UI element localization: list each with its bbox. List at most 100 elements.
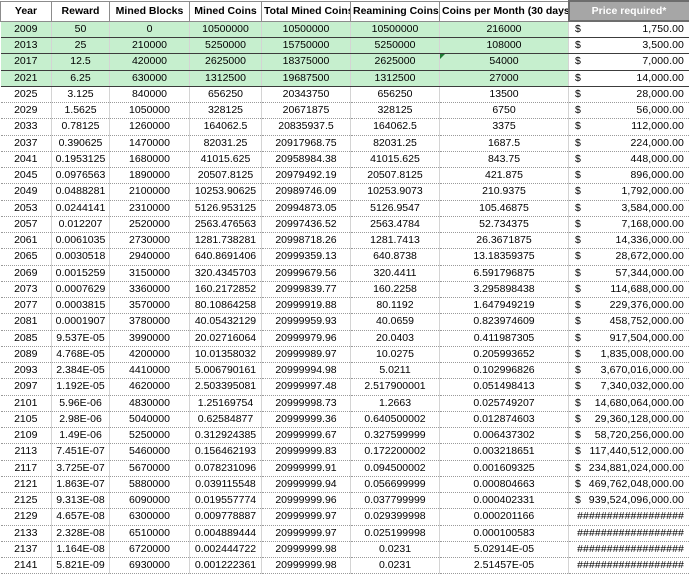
cell-reward[interactable]: 0.0015259 [52, 265, 110, 281]
cell-reward[interactable]: 7.451E-07 [52, 444, 110, 460]
cell-remaining-coins[interactable]: 0.056699999 [351, 476, 440, 492]
cell-remaining-coins[interactable]: 80.1192 [351, 298, 440, 314]
cell-mined-coins[interactable]: 40.05432129 [190, 314, 262, 330]
cell-total-mined-coins[interactable]: 20999999.83 [262, 444, 351, 460]
cell-total-mined-coins[interactable]: 20994873.05 [262, 200, 351, 216]
cell-mined-blocks[interactable]: 1470000 [110, 135, 190, 151]
cell-mined-blocks[interactable]: 5880000 [110, 476, 190, 492]
cell-mined-blocks[interactable]: 420000 [110, 54, 190, 70]
cell-mined-blocks[interactable]: 5460000 [110, 444, 190, 460]
cell-reward[interactable]: 0.0976563 [52, 168, 110, 184]
cell-year[interactable]: 2141 [1, 558, 52, 574]
col-header-price-required[interactable]: Price required* [569, 1, 689, 21]
cell-mined-blocks[interactable]: 3570000 [110, 298, 190, 314]
cell-coins-per-month[interactable]: 0.051498413 [440, 379, 569, 395]
cell-mined-blocks[interactable]: 2730000 [110, 233, 190, 249]
cell-total-mined-coins[interactable]: 20999359.13 [262, 249, 351, 265]
cell-total-mined-coins[interactable]: 20999998.73 [262, 395, 351, 411]
cell-price-required[interactable]: ################## [569, 558, 689, 574]
cell-coins-per-month[interactable]: 1.647949219 [440, 298, 569, 314]
cell-mined-coins[interactable]: 160.2172852 [190, 281, 262, 297]
cell-remaining-coins[interactable]: 328125 [351, 103, 440, 119]
cell-year[interactable]: 2097 [1, 379, 52, 395]
cell-mined-coins[interactable]: 41015.625 [190, 151, 262, 167]
col-header-mined-blocks[interactable]: Mined Blocks [110, 1, 190, 21]
cell-remaining-coins[interactable]: 20.0403 [351, 330, 440, 346]
cell-remaining-coins[interactable]: 2.517900001 [351, 379, 440, 395]
cell-reward[interactable]: 0.0061035 [52, 233, 110, 249]
cell-total-mined-coins[interactable]: 20999679.56 [262, 265, 351, 281]
cell-mined-coins[interactable]: 10500000 [190, 21, 262, 38]
cell-year[interactable]: 2085 [1, 330, 52, 346]
cell-price-required[interactable]: $448,000.00 [569, 151, 689, 167]
cell-reward[interactable]: 2.328E-08 [52, 525, 110, 541]
cell-mined-coins[interactable]: 2.503395081 [190, 379, 262, 395]
cell-mined-coins[interactable]: 82031.25 [190, 135, 262, 151]
cell-year[interactable]: 2009 [1, 21, 52, 38]
cell-coins-per-month[interactable]: 0.001609325 [440, 460, 569, 476]
cell-price-required[interactable]: $3,670,016,000.00 [569, 363, 689, 379]
cell-coins-per-month[interactable]: 0.823974609 [440, 314, 569, 330]
cell-mined-blocks[interactable]: 4830000 [110, 395, 190, 411]
cell-year[interactable]: 2113 [1, 444, 52, 460]
cell-coins-per-month[interactable]: 3375 [440, 119, 569, 135]
cell-reward[interactable]: 3.125 [52, 86, 110, 102]
cell-total-mined-coins[interactable]: 20999919.88 [262, 298, 351, 314]
cell-reward[interactable]: 0.0003815 [52, 298, 110, 314]
cell-remaining-coins[interactable]: 5126.9547 [351, 200, 440, 216]
cell-reward[interactable]: 0.78125 [52, 119, 110, 135]
cell-reward[interactable]: 0.390625 [52, 135, 110, 151]
cell-mined-coins[interactable]: 0.62584877 [190, 411, 262, 427]
cell-price-required[interactable]: $14,336,000.00 [569, 233, 689, 249]
cell-year[interactable]: 2017 [1, 54, 52, 70]
cell-remaining-coins[interactable]: 20507.8125 [351, 168, 440, 184]
cell-mined-blocks[interactable]: 2310000 [110, 200, 190, 216]
cell-price-required[interactable]: $28,000.00 [569, 86, 689, 102]
cell-remaining-coins[interactable]: 1.2663 [351, 395, 440, 411]
cell-total-mined-coins[interactable]: 20998718.26 [262, 233, 351, 249]
cell-coins-per-month[interactable]: 6750 [440, 103, 569, 119]
col-header-coins-per-month[interactable]: Coins per Month (30 days) [440, 1, 569, 21]
cell-mined-coins[interactable]: 656250 [190, 86, 262, 102]
cell-reward[interactable]: 2.384E-05 [52, 363, 110, 379]
cell-mined-blocks[interactable]: 630000 [110, 70, 190, 86]
cell-price-required[interactable]: $3,500.00 [569, 38, 689, 54]
cell-total-mined-coins[interactable]: 20999999.91 [262, 460, 351, 476]
cell-remaining-coins[interactable]: 10500000 [351, 21, 440, 38]
cell-remaining-coins[interactable]: 0.172200002 [351, 444, 440, 460]
cell-remaining-coins[interactable]: 0.025199998 [351, 525, 440, 541]
cell-price-required[interactable]: ################## [569, 525, 689, 541]
cell-remaining-coins[interactable]: 640.8738 [351, 249, 440, 265]
cell-coins-per-month[interactable]: 3.295898438 [440, 281, 569, 297]
cell-price-required[interactable]: $1,835,008,000.00 [569, 346, 689, 362]
cell-reward[interactable]: 0.0001907 [52, 314, 110, 330]
cell-mined-blocks[interactable]: 1890000 [110, 168, 190, 184]
cell-price-required[interactable]: $7,000.00 [569, 54, 689, 70]
cell-mined-coins[interactable]: 164062.5 [190, 119, 262, 135]
cell-mined-blocks[interactable]: 6300000 [110, 509, 190, 525]
cell-price-required[interactable]: $117,440,512,000.00 [569, 444, 689, 460]
cell-coins-per-month[interactable]: 108000 [440, 38, 569, 54]
cell-remaining-coins[interactable]: 10253.9073 [351, 184, 440, 200]
cell-reward[interactable]: 3.725E-07 [52, 460, 110, 476]
cell-reward[interactable]: 5.96E-06 [52, 395, 110, 411]
cell-total-mined-coins[interactable]: 20999999.98 [262, 558, 351, 574]
cell-mined-blocks[interactable]: 210000 [110, 38, 190, 54]
cell-mined-coins[interactable]: 20.02716064 [190, 330, 262, 346]
cell-mined-blocks[interactable]: 4200000 [110, 346, 190, 362]
cell-mined-blocks[interactable]: 840000 [110, 86, 190, 102]
cell-coins-per-month[interactable]: 13500 [440, 86, 569, 102]
cell-coins-per-month[interactable]: 13.18359375 [440, 249, 569, 265]
cell-coins-per-month[interactable]: 105.46875 [440, 200, 569, 216]
cell-year[interactable]: 2077 [1, 298, 52, 314]
cell-remaining-coins[interactable]: 0.327599999 [351, 428, 440, 444]
cell-mined-blocks[interactable]: 4410000 [110, 363, 190, 379]
cell-remaining-coins[interactable]: 0.640500002 [351, 411, 440, 427]
cell-total-mined-coins[interactable]: 20999999.67 [262, 428, 351, 444]
cell-mined-coins[interactable]: 0.156462193 [190, 444, 262, 460]
cell-coins-per-month[interactable]: 421.875 [440, 168, 569, 184]
cell-price-required[interactable]: $7,168,000.00 [569, 216, 689, 232]
cell-total-mined-coins[interactable]: 20997436.52 [262, 216, 351, 232]
cell-year[interactable]: 2129 [1, 509, 52, 525]
cell-mined-coins[interactable]: 0.312924385 [190, 428, 262, 444]
